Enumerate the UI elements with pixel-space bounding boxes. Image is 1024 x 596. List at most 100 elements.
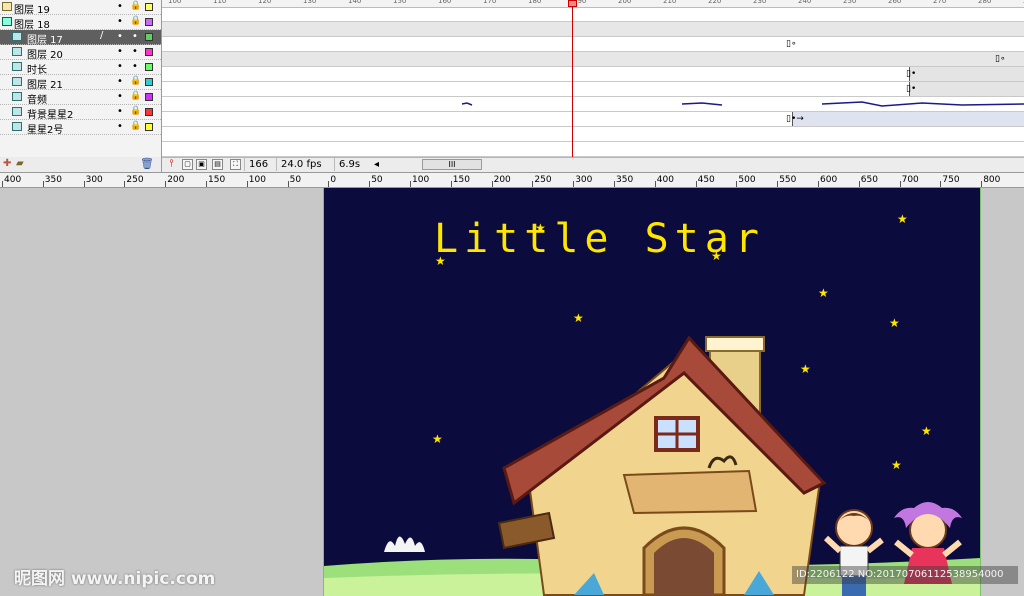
layer-name: 图层 21 — [27, 80, 63, 91]
outline-color-swatch[interactable] — [145, 108, 153, 116]
visibility-dot-icon[interactable]: • — [117, 91, 123, 102]
visibility-dot-icon[interactable]: • — [117, 16, 123, 27]
stage-canvas[interactable]: Little Star ★ ★ ★ ★ ★ ★ ★ ★ ★ ★ ★ — [324, 188, 980, 596]
stage-ruler-tick — [246, 181, 248, 187]
modify-onion-markers-icon[interactable]: ⛶ — [230, 159, 241, 170]
layer-row[interactable]: 图层 19 • 🔒 — [0, 0, 161, 16]
outline-color-swatch[interactable] — [145, 33, 153, 41]
frame-grid[interactable]: 100 110 120 130 140 150 160 170 180 190 200 210 220 2… — [162, 0, 1024, 157]
frame-row[interactable] — [162, 22, 1024, 37]
layer-name: 背景星星2 — [27, 110, 74, 121]
horizontal-scrollbar-thumb[interactable]: III — [422, 159, 482, 170]
visibility-dot-icon[interactable]: • — [117, 106, 123, 117]
frame-ruler[interactable]: 100 110 120 130 140 150 160 170 180 190 200 210 220 2… — [162, 0, 1024, 8]
lock-icon[interactable]: 🔒 — [130, 76, 141, 86]
star-icon[interactable]: ★ — [573, 312, 584, 324]
visibility-dot-icon[interactable]: • — [117, 121, 123, 132]
lock-dot-icon[interactable]: • — [132, 46, 138, 57]
layer-row[interactable]: 背景星星2 • 🔒 — [0, 105, 161, 121]
add-folder-icon[interactable]: ▰ — [16, 158, 24, 169]
layer-name: 图层 20 — [27, 50, 63, 61]
star-icon[interactable]: ★ — [891, 459, 902, 471]
layer-name: 图层 17 — [27, 35, 63, 46]
frame-ruler-label: 200 — [618, 0, 632, 5]
lock-dot-icon[interactable]: • — [132, 31, 138, 42]
keyframe-marker[interactable]: ▯∘ — [786, 40, 797, 49]
star-icon[interactable]: ★ — [535, 222, 546, 234]
visibility-dot-icon[interactable]: • — [117, 1, 123, 12]
frame-ruler-label: 240 — [798, 0, 812, 5]
star-icon[interactable]: ★ — [711, 250, 722, 262]
frame-row[interactable]: ▯• — [162, 82, 1024, 97]
scroll-left-icon[interactable]: ◂ — [370, 158, 384, 171]
playhead-handle[interactable] — [568, 0, 577, 7]
center-frame-icon[interactable]: ⫯ — [166, 159, 177, 170]
lock-dot-icon[interactable]: • — [132, 61, 138, 72]
lock-icon[interactable]: 🔒 — [130, 1, 141, 11]
trash-icon[interactable]: 🗑 — [140, 157, 154, 170]
lock-icon[interactable]: 🔒 — [130, 91, 141, 101]
frame-row[interactable]: ▯∘ — [162, 37, 1024, 52]
star-icon[interactable]: ★ — [435, 255, 446, 267]
frame-row[interactable]: ▯• — [162, 67, 1024, 82]
outline-color-swatch[interactable] — [145, 93, 153, 101]
timeline-panel: 图层 19 • 🔒 图层 18 • 🔒 图层 17 / • • 图层 20 • … — [0, 0, 1024, 172]
frame-span[interactable] — [909, 82, 1024, 96]
visibility-dot-icon[interactable]: • — [117, 61, 123, 72]
outline-color-swatch[interactable] — [145, 3, 153, 11]
frame-row[interactable]: ▯∘ — [162, 52, 1024, 67]
lock-icon[interactable]: 🔒 — [130, 121, 141, 131]
lock-icon[interactable]: 🔒 — [130, 16, 141, 26]
star-icon[interactable]: ★ — [818, 287, 829, 299]
layer-row[interactable]: 音频 • 🔒 — [0, 90, 161, 106]
outline-color-swatch[interactable] — [145, 123, 153, 131]
frame-ruler-label: 130 — [303, 0, 317, 5]
onion-skin-icon[interactable]: ▢ — [182, 159, 193, 170]
star-icon[interactable]: ★ — [897, 213, 908, 225]
outline-color-swatch[interactable] — [145, 78, 153, 86]
layer-row[interactable]: 图层 18 • 🔒 — [0, 15, 161, 31]
current-frame-field: 166 — [244, 158, 279, 171]
stage-ruler-label: 650 — [860, 175, 878, 185]
stage-ruler-tick — [981, 181, 983, 187]
layer-row-selected[interactable]: 图层 17 / • • — [0, 30, 161, 46]
layer-row[interactable]: 时长 • • — [0, 60, 161, 76]
onion-skin-outlines-icon[interactable]: ▣ — [196, 159, 207, 170]
keyframe-marker[interactable]: ▯• — [906, 85, 916, 94]
keyframe-marker[interactable]: ▯•→ — [786, 115, 804, 124]
frame-rate-field[interactable]: 24.0 fps — [276, 158, 325, 171]
stage-ruler-tick — [940, 181, 942, 187]
outline-color-swatch[interactable] — [145, 48, 153, 56]
frame-row[interactable] — [162, 127, 1024, 142]
star-icon[interactable]: ★ — [921, 425, 932, 437]
frame-row[interactable] — [162, 97, 1024, 112]
edit-multiple-frames-icon[interactable]: ▤ — [212, 159, 223, 170]
layer-icon — [12, 32, 22, 41]
stage-ruler-tick — [573, 181, 575, 187]
frame-ruler-label: 100 — [168, 0, 182, 5]
outline-color-swatch[interactable] — [145, 63, 153, 71]
keyframe-marker[interactable]: ▯∘ — [995, 55, 1006, 64]
cartoon-house[interactable] — [474, 333, 834, 596]
add-layer-icon[interactable]: ✚ — [3, 158, 11, 169]
layer-row[interactable]: 图层 20 • • — [0, 45, 161, 61]
visibility-dot-icon[interactable]: • — [117, 31, 123, 42]
motion-tween-span[interactable] — [792, 112, 1024, 126]
playhead[interactable] — [572, 0, 573, 157]
stage-ruler-label: 50 — [371, 175, 383, 185]
outline-color-swatch[interactable] — [145, 18, 153, 26]
frame-span[interactable] — [909, 67, 1024, 81]
stage-ruler-tick — [818, 181, 819, 187]
star-icon[interactable]: ★ — [432, 433, 443, 445]
lock-icon[interactable]: 🔒 — [130, 106, 141, 116]
frame-row[interactable] — [162, 142, 1024, 157]
visibility-dot-icon[interactable]: • — [117, 46, 123, 57]
layer-row[interactable]: 星星2号 • 🔒 — [0, 120, 161, 136]
layer-row[interactable]: 图层 21 • 🔒 — [0, 75, 161, 91]
visibility-dot-icon[interactable]: • — [117, 76, 123, 87]
star-icon[interactable]: ★ — [889, 317, 900, 329]
frame-row[interactable] — [162, 8, 1024, 22]
layer-icon — [12, 122, 22, 131]
frame-row[interactable]: ▯•→ — [162, 112, 1024, 127]
keyframe-marker[interactable]: ▯• — [906, 70, 916, 79]
